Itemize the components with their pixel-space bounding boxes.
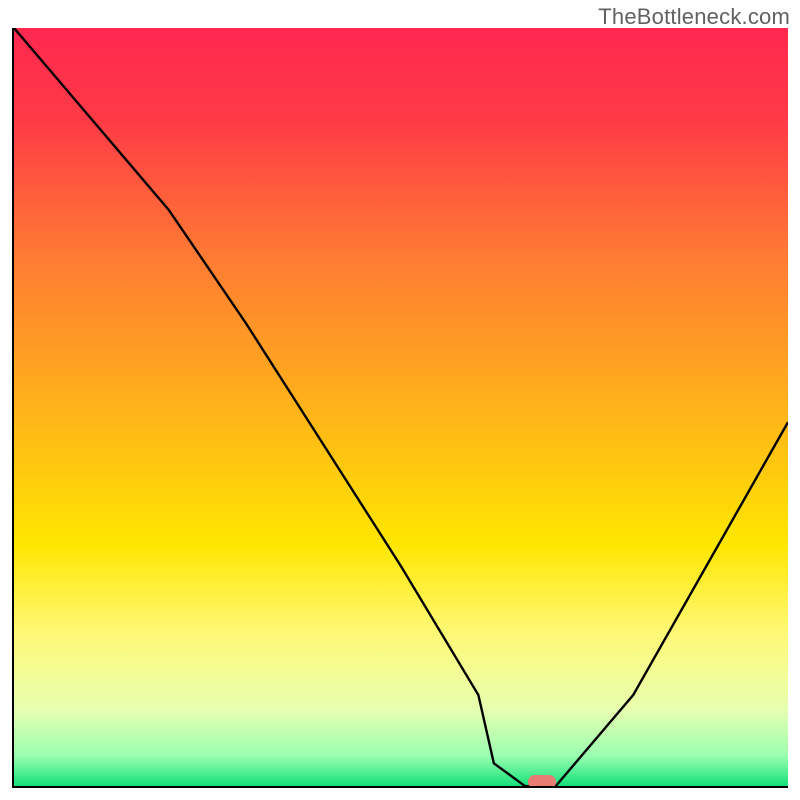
chart-stage: TheBottleneck.com xyxy=(0,0,800,800)
plot-area xyxy=(12,28,788,788)
optimal-marker xyxy=(528,775,556,788)
watermark-text: TheBottleneck.com xyxy=(598,4,790,30)
line-series xyxy=(14,28,788,786)
bottleneck-curve-path xyxy=(14,28,788,786)
